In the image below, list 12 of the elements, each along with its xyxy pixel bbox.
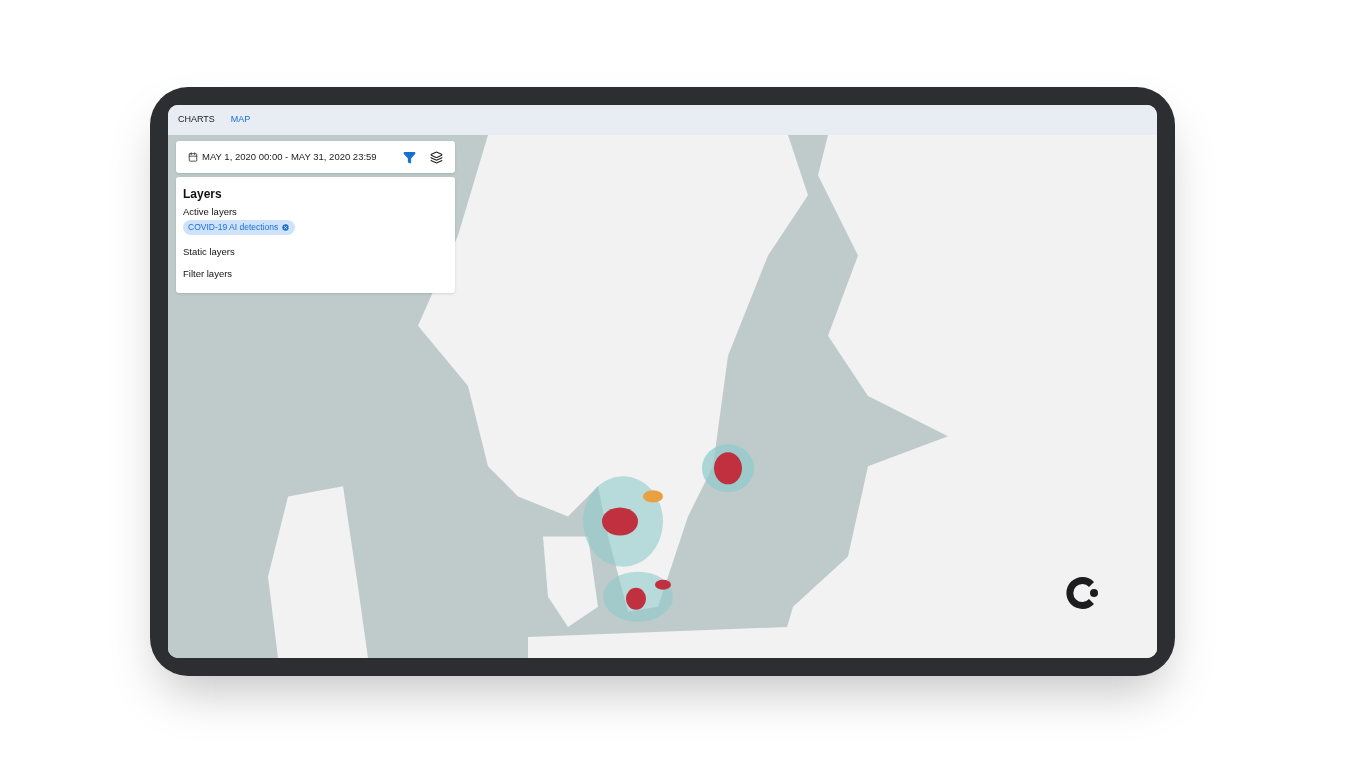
- layers-icon[interactable]: [430, 150, 443, 164]
- panel-title: Layers: [183, 186, 222, 203]
- remove-icon[interactable]: [281, 223, 291, 233]
- layer-chip[interactable]: COVID-19 AI detections: [183, 220, 296, 236]
- layer-section[interactable]: Static layers: [183, 245, 235, 260]
- tab[interactable]: MAP: [230, 113, 251, 127]
- tab[interactable]: CHARTS: [178, 113, 215, 127]
- layer-section[interactable]: Filter layers: [183, 266, 233, 281]
- filter-icon[interactable]: [403, 150, 416, 164]
- calendar-icon: [188, 152, 198, 162]
- date-range[interactable]: MAY 1, 2020 00:00 - MAY 31, 2020 23:59: [202, 149, 399, 165]
- section-label: Active layers: [183, 205, 237, 219]
